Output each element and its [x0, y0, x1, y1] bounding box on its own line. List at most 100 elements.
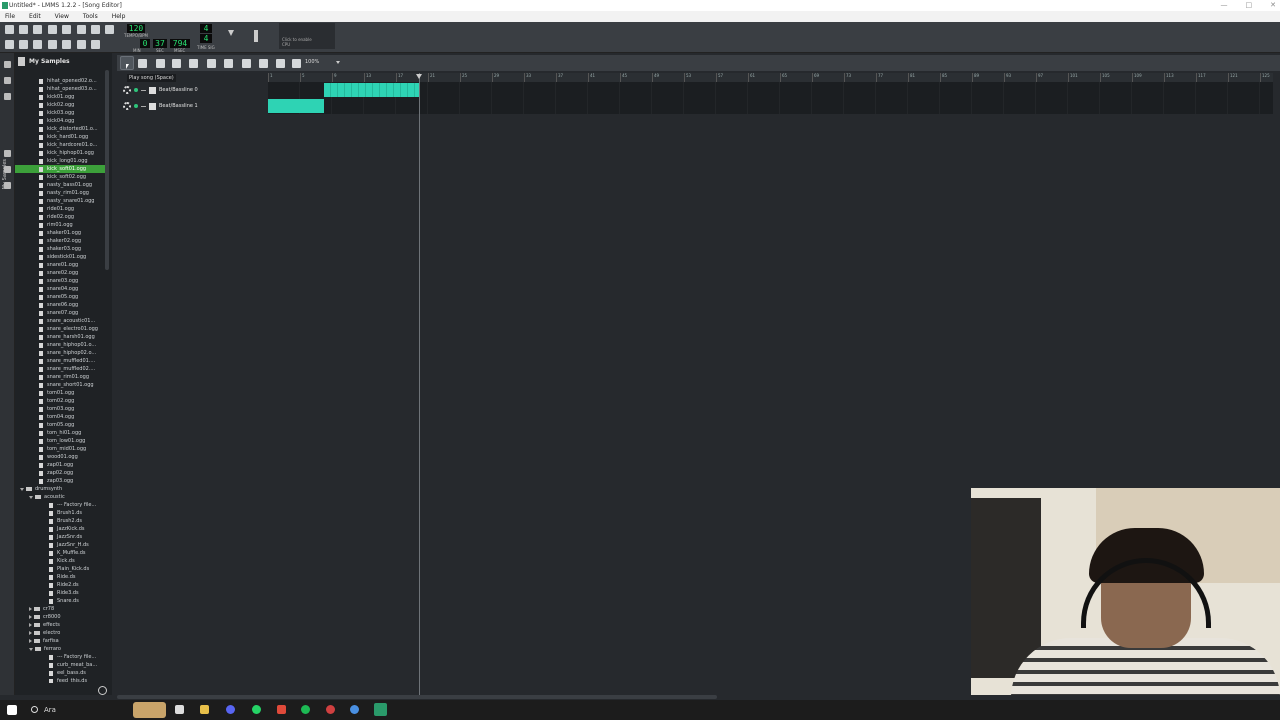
track-settings-gear-icon[interactable]: [123, 86, 131, 94]
auto-scroll-icon[interactable]: [242, 59, 251, 68]
playhead-line[interactable]: [419, 73, 420, 695]
browser-file-item[interactable]: hihat_opened03.o...: [15, 85, 107, 93]
browser-file-item[interactable]: kick_hardcore01.o...: [15, 141, 107, 149]
my-samples-tab-icon[interactable]: [4, 93, 11, 100]
obs-icon[interactable]: [326, 705, 335, 714]
browser-file-item[interactable]: shaker01.ogg: [15, 229, 107, 237]
browser-file-item[interactable]: JazzKick.ds: [15, 525, 107, 533]
browser-file-item[interactable]: nasty_rim01.ogg: [15, 189, 107, 197]
pattern-block[interactable]: [324, 83, 419, 97]
browser-file-item[interactable]: eel_bass.ds: [15, 669, 107, 677]
add-beat-bassline-icon[interactable]: [156, 59, 165, 68]
browser-file-item[interactable]: kick_hiphop01.ogg: [15, 149, 107, 157]
browser-folder-item[interactable]: acoustic: [15, 493, 107, 501]
browser-file-item[interactable]: snare03.ogg: [15, 277, 107, 285]
browser-file-item[interactable]: snare02.ogg: [15, 269, 107, 277]
chevron-right-icon[interactable]: [29, 631, 32, 635]
menu-edit[interactable]: Edit: [26, 11, 44, 22]
browser-file-item[interactable]: JazzSnr.ds: [15, 533, 107, 541]
track-activity-led[interactable]: [134, 88, 138, 92]
browser-file-item[interactable]: kick02.ogg: [15, 101, 107, 109]
track-name[interactable]: Beat/Bassline 0: [159, 87, 198, 93]
browser-file-item[interactable]: tom_low01.ogg: [15, 437, 107, 445]
browser-file-item[interactable]: Plain_Kick.ds: [15, 565, 107, 573]
root-directory-icon[interactable]: [4, 182, 11, 189]
browser-folder-item[interactable]: drumsynth: [15, 485, 107, 493]
chevron-right-icon[interactable]: [29, 607, 32, 611]
new-from-template-icon[interactable]: [19, 25, 28, 34]
recent-projects-icon[interactable]: [48, 25, 57, 34]
browser-file-item[interactable]: rim01.ogg: [15, 221, 107, 229]
chevron-down-icon[interactable]: [20, 487, 24, 491]
browser-file-item[interactable]: kick03.ogg: [15, 109, 107, 117]
browser-file-item[interactable]: Snare.ds: [15, 597, 107, 605]
browser-file-item[interactable]: snare_muffled02....: [15, 365, 107, 373]
browser-file-item[interactable]: shaker03.ogg: [15, 245, 107, 253]
stop-icon[interactable]: [138, 59, 147, 68]
browser-file-item[interactable]: snare05.ogg: [15, 293, 107, 301]
browser-file-item[interactable]: curb_meat_ba...: [15, 661, 107, 669]
browser-file-item[interactable]: kick_distorted01.o...: [15, 125, 107, 133]
browser-file-item[interactable]: tom02.ogg: [15, 397, 107, 405]
windows-start-icon[interactable]: [7, 705, 17, 715]
project-notes-icon[interactable]: [91, 40, 100, 49]
menu-file[interactable]: File: [2, 11, 18, 22]
piano-roll-icon[interactable]: [33, 40, 42, 49]
browser-file-item[interactable]: Brush2.ds: [15, 517, 107, 525]
timesig-numerator[interactable]: 4: [200, 24, 212, 33]
beat-bassline-editor-icon[interactable]: [19, 40, 28, 49]
app-icon[interactable]: [277, 705, 286, 714]
zoom-icon[interactable]: [292, 59, 301, 68]
browser-file-item[interactable]: kick04.ogg: [15, 117, 107, 125]
track-mute-icon[interactable]: [141, 105, 146, 107]
browser-tree[interactable]: hihat_opened02.o... hihat_opened03.o... ki…: [15, 77, 107, 683]
chevron-right-icon[interactable]: [29, 623, 32, 627]
instrument-plugins-icon[interactable]: [4, 61, 11, 68]
browser-file-item[interactable]: kick_soft02.ogg: [15, 173, 107, 181]
browser-file-item[interactable]: zap01.ogg: [15, 461, 107, 469]
my-presets-icon[interactable]: [4, 150, 11, 157]
file-explorer-icon[interactable]: [200, 705, 209, 714]
browser-file-item[interactable]: snare06.ogg: [15, 301, 107, 309]
browser-file-item[interactable]: tom_hi01.ogg: [15, 429, 107, 437]
chrome-icon[interactable]: [350, 705, 359, 714]
browser-file-item[interactable]: shaker02.ogg: [15, 237, 107, 245]
browser-file-item[interactable]: snare_harsh01.ogg: [15, 333, 107, 341]
track-settings-gear-icon[interactable]: [123, 102, 131, 110]
edit-mode-icon[interactable]: [224, 59, 233, 68]
browser-file-item[interactable]: snare_rim01.ogg: [15, 373, 107, 381]
save-icon[interactable]: [62, 25, 71, 34]
menu-help[interactable]: Help: [109, 11, 129, 22]
browser-file-item[interactable]: zap02.ogg: [15, 469, 107, 477]
tempo-display[interactable]: 120: [127, 24, 145, 33]
chevron-down-icon[interactable]: [29, 495, 33, 499]
loop-points-icon[interactable]: [259, 59, 268, 68]
browser-file-item[interactable]: --- Factory file...: [15, 501, 107, 509]
browser-file-item[interactable]: kick_hard01.ogg: [15, 133, 107, 141]
browser-scrollbar[interactable]: [105, 70, 109, 270]
browser-folder-item[interactable]: effects: [15, 621, 107, 629]
browser-file-item[interactable]: --- Factory file...: [15, 653, 107, 661]
browser-file-item[interactable]: snare_hiphop01.o...: [15, 341, 107, 349]
browser-file-item[interactable]: snare01.ogg: [15, 261, 107, 269]
browser-file-item[interactable]: snare_muffled01....: [15, 357, 107, 365]
add-automation-track-icon[interactable]: [189, 59, 198, 68]
pattern-block[interactable]: [268, 99, 324, 113]
minimize-icon[interactable]: —: [1221, 0, 1228, 11]
browser-file-item[interactable]: K_Muffle.ds: [15, 549, 107, 557]
track-activity-led[interactable]: [134, 104, 138, 108]
menu-view[interactable]: View: [52, 11, 72, 22]
task-view-icon[interactable]: [175, 705, 184, 714]
chevron-down-icon[interactable]: [29, 647, 33, 651]
browser-folder-item[interactable]: cr8000: [15, 613, 107, 621]
browser-file-item[interactable]: ride01.ogg: [15, 205, 107, 213]
mixer-icon[interactable]: [62, 40, 71, 49]
cpu-graph[interactable]: Click to enable CPU: [279, 23, 335, 49]
zoom-select[interactable]: 100%: [305, 59, 319, 65]
whatsapp-icon[interactable]: [252, 705, 261, 714]
browser-file-item[interactable]: snare_acoustic01...: [15, 317, 107, 325]
master-pitch-slider[interactable]: [254, 30, 258, 42]
controller-rack-icon[interactable]: [77, 40, 86, 49]
browser-file-item[interactable]: zap03.ogg: [15, 477, 107, 485]
browser-file-item[interactable]: tom04.ogg: [15, 413, 107, 421]
